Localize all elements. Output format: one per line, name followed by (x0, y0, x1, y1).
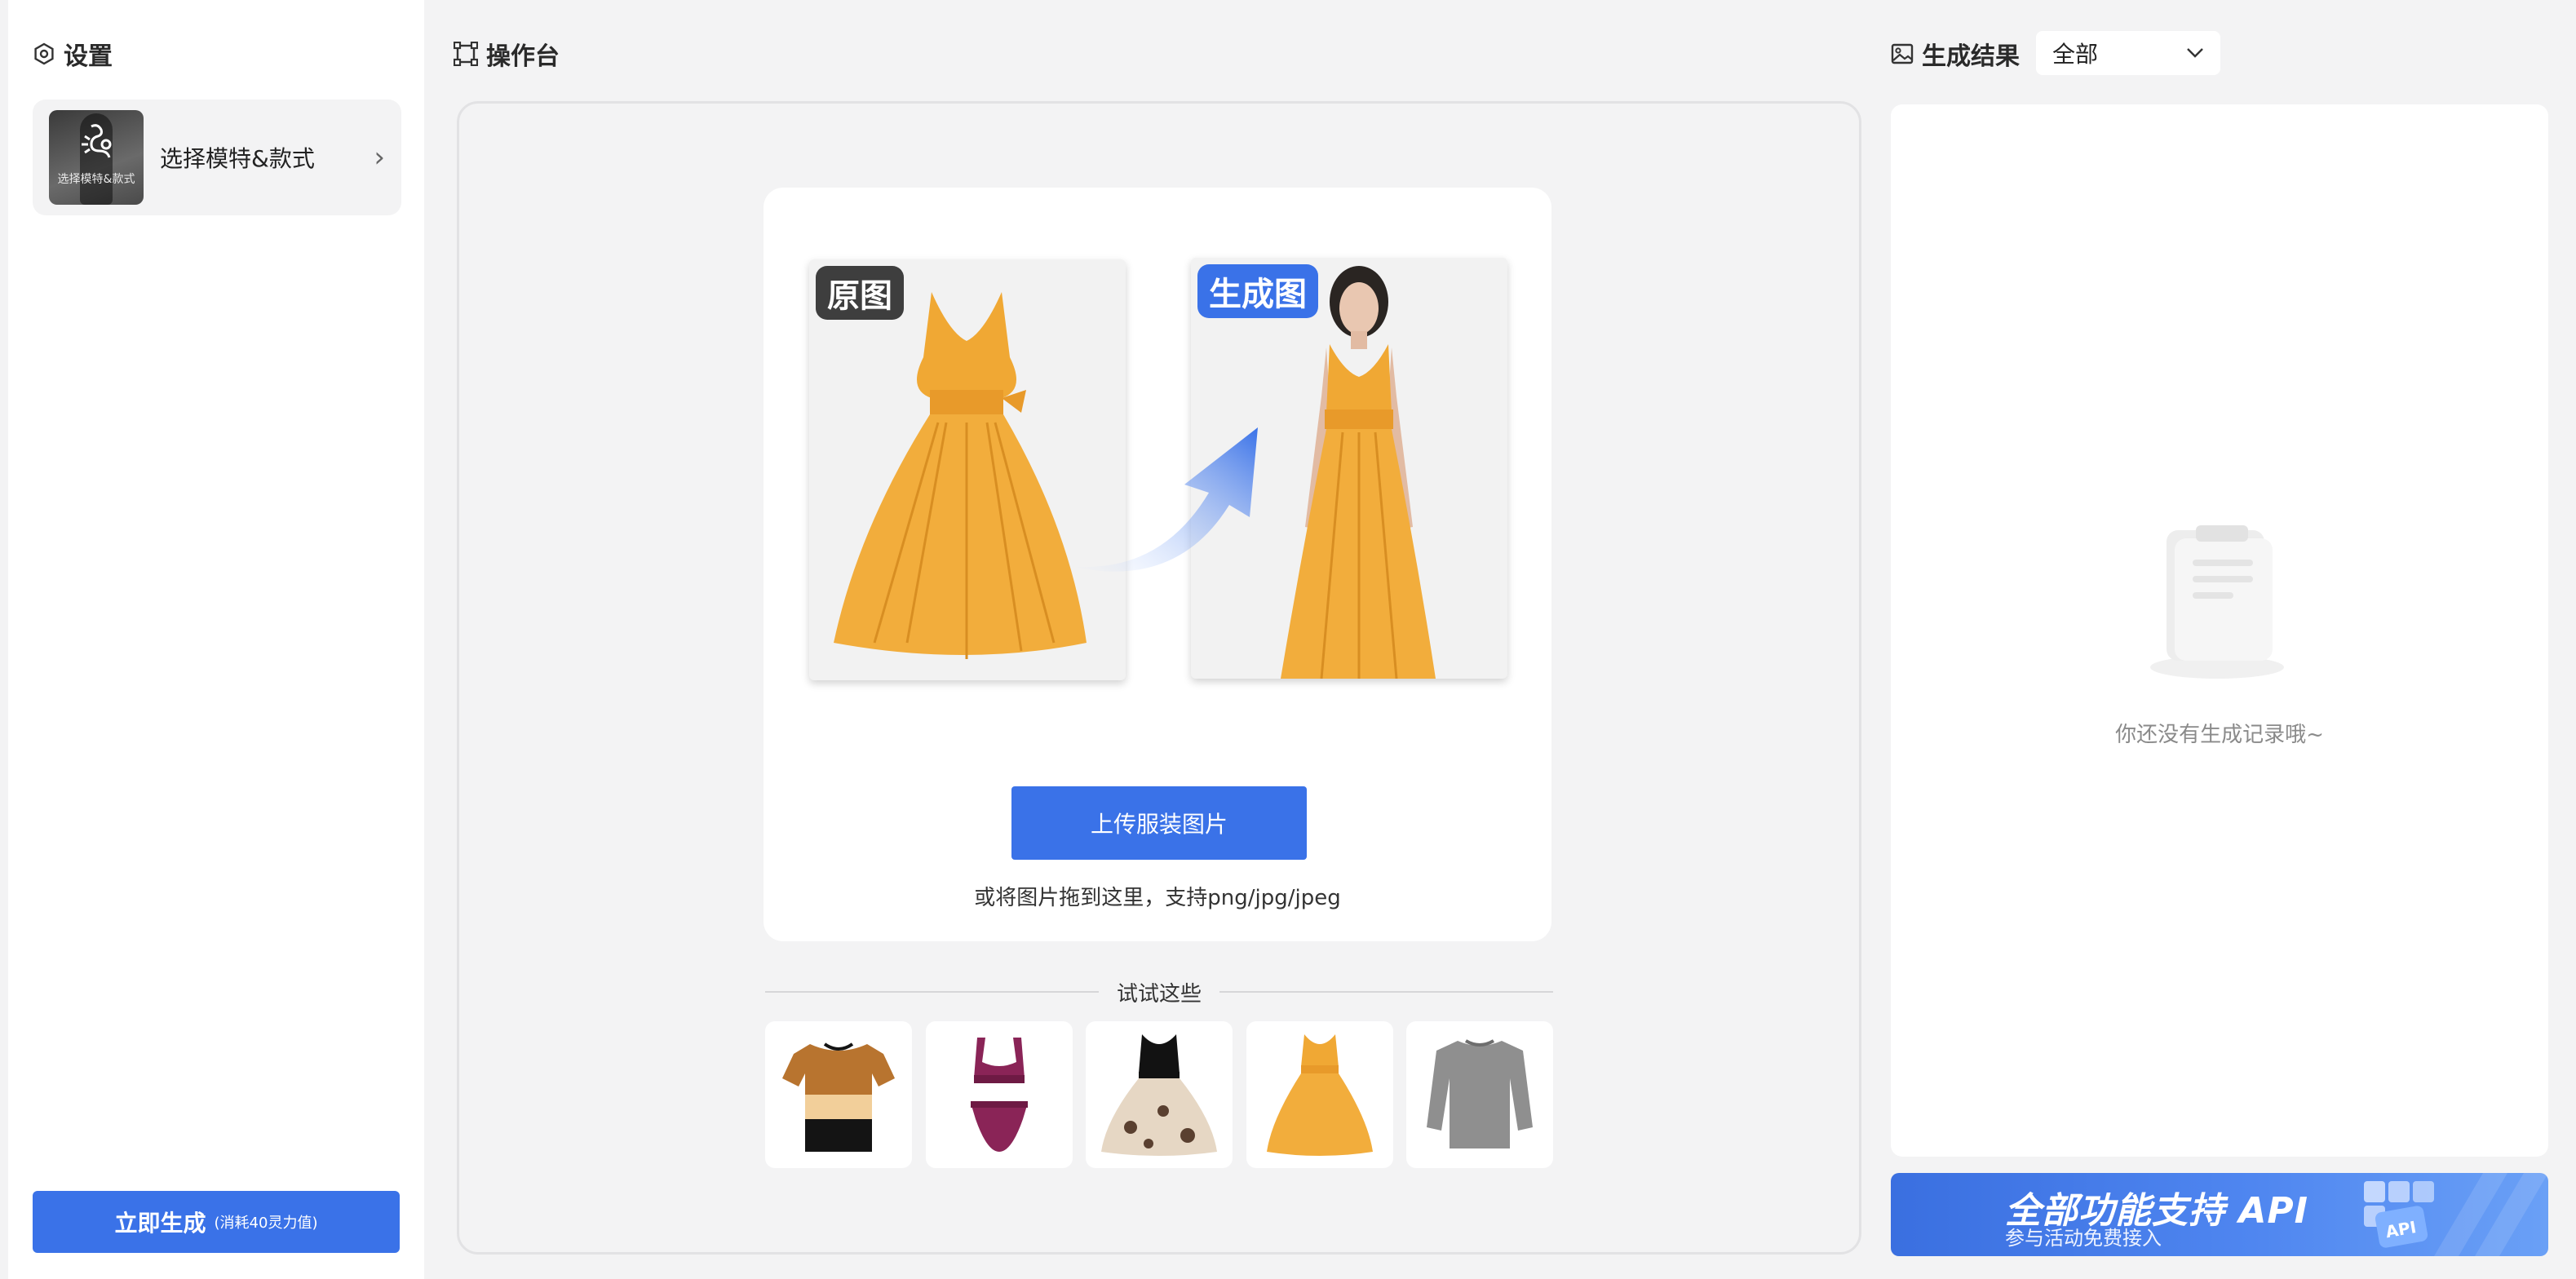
results-title: 生成结果 (1922, 42, 2020, 71)
workbench-title: 操作台 (486, 42, 560, 71)
workbench-header: 操作台 (454, 36, 560, 72)
results-filter-select[interactable]: 全部 (2036, 31, 2220, 75)
settings-title: 设置 (64, 42, 113, 71)
image-icon (1891, 43, 1914, 64)
sample-garments (765, 1021, 1553, 1168)
results-header: 生成结果 (1891, 36, 2020, 72)
settings-icon (34, 42, 54, 65)
arrow-icon (1070, 427, 1258, 572)
results-panel: 你还没有生成记录哦~ (1891, 104, 2548, 1157)
settings-header: 设置 (33, 36, 113, 72)
model-thumbnail-text: 选择模特&款式 (57, 173, 135, 186)
filter-selected-value: 全部 (2052, 41, 2099, 68)
workbench-icon (454, 42, 478, 66)
chevron-down-icon (2187, 48, 2203, 58)
select-model-style-label: 选择模特&款式 (160, 145, 315, 172)
generate-now-label: 立即生成 (114, 1210, 206, 1237)
generate-now-button[interactable]: 立即生成 (消耗40灵力值) (33, 1191, 400, 1253)
sample-floral-dress[interactable] (1086, 1021, 1233, 1168)
api-cube-icon: API (2364, 1181, 2434, 1248)
empty-results-text: 你还没有生成记录哦~ (2115, 723, 2324, 747)
chevron-right-icon: › (374, 141, 385, 174)
sample-yellow-dress[interactable] (1246, 1021, 1393, 1168)
sample-tshirt[interactable] (765, 1021, 912, 1168)
upload-dropzone[interactable]: 原图 生成图 上传服装图片 或将图片拖到这里，支持png/jpg/jpeg (764, 188, 1551, 941)
try-these-divider: 试试这些 (765, 974, 1554, 1010)
api-promo-banner[interactable]: 全部功能支持 API 参与活动免费接入 API (1891, 1173, 2548, 1256)
settings-panel: 设置 选择模特&款式 选择模特&款式 › 立即生成 (消耗40灵力值) (8, 0, 424, 1279)
try-these-label: 试试这些 (1117, 981, 1202, 1007)
model-select-icon (82, 124, 112, 158)
sample-sweater[interactable] (1406, 1021, 1553, 1168)
select-model-style-button[interactable]: 选择模特&款式 选择模特&款式 › (33, 100, 401, 215)
original-tag: 原图 (816, 266, 904, 320)
upload-clothing-button[interactable]: 上传服装图片 (1011, 786, 1307, 860)
api-banner-subtitle: 参与活动免费接入 (2005, 1227, 2162, 1250)
generate-cost-label: (消耗40灵力值) (214, 1215, 318, 1232)
generated-tag: 生成图 (1197, 264, 1318, 318)
model-thumbnail: 选择模特&款式 (49, 110, 144, 205)
upload-hint-text: 或将图片拖到这里，支持png/jpg/jpeg (974, 886, 1341, 910)
clipboard-icon (2150, 525, 2284, 679)
sample-bikini[interactable] (925, 1021, 1073, 1168)
